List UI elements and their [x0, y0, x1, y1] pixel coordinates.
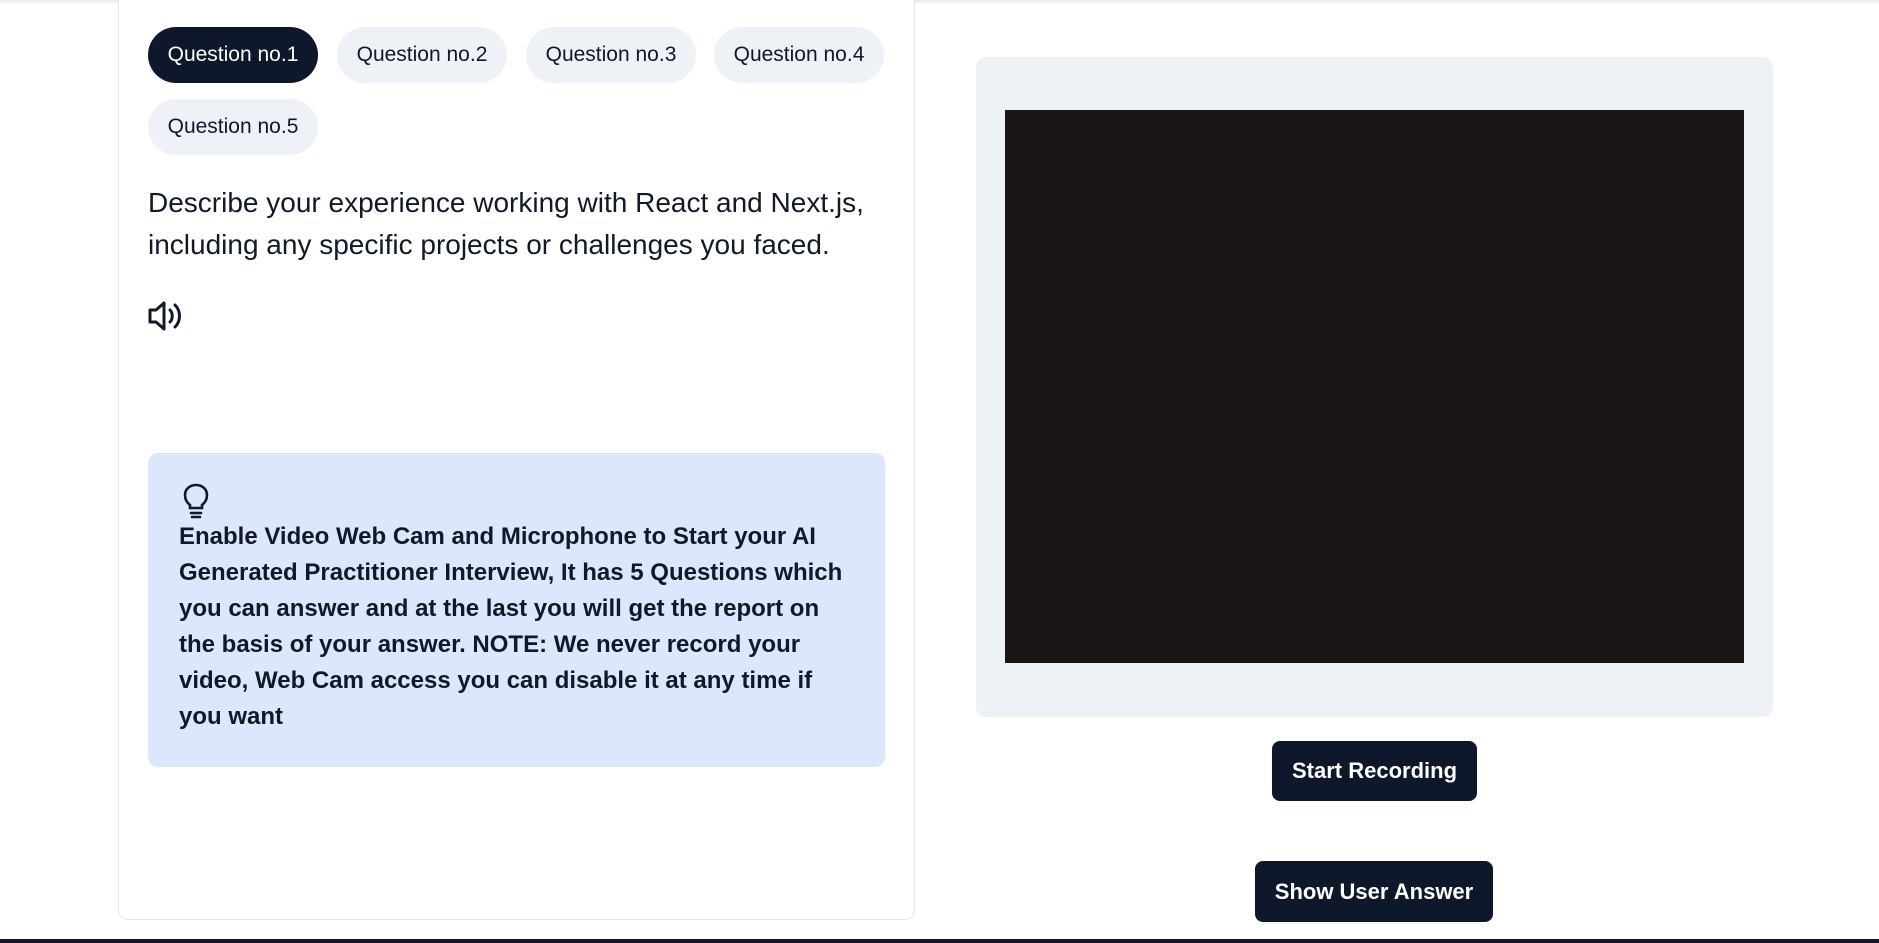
- start-recording-button[interactable]: Start Recording: [1272, 741, 1477, 801]
- volume-icon[interactable]: [146, 298, 186, 334]
- tab-question-3[interactable]: Question no.3: [526, 27, 696, 83]
- tab-question-1[interactable]: Question no.1: [148, 27, 318, 83]
- tab-question-4[interactable]: Question no.4: [714, 27, 884, 83]
- question-text: Describe your experience working with Re…: [148, 187, 864, 260]
- show-user-answer-button[interactable]: Show User Answer: [1255, 861, 1493, 922]
- webcam-feed: [1005, 110, 1744, 663]
- bottom-border: [0, 939, 1879, 943]
- lightbulb-icon: [183, 483, 209, 519]
- tab-question-5[interactable]: Question no.5: [148, 99, 318, 155]
- tab-question-2[interactable]: Question no.2: [337, 27, 507, 83]
- info-callout: Enable Video Web Cam and Microphone to S…: [148, 453, 885, 767]
- info-text: Enable Video Web Cam and Microphone to S…: [179, 523, 843, 730]
